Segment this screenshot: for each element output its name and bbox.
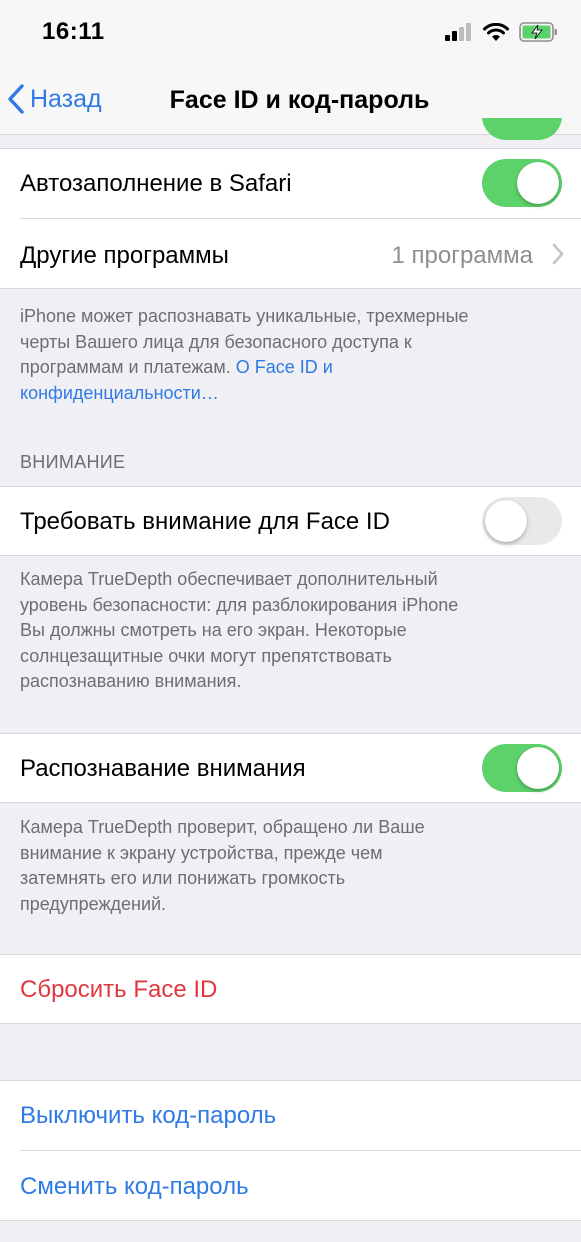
require-attention-label: Требовать внимание для Face ID	[20, 508, 390, 535]
footer-line: распознаванию внимания.	[20, 671, 242, 691]
footer-line: Камера TrueDepth проверит, обращено ли В…	[20, 817, 425, 837]
group-bottom-separator	[0, 555, 581, 556]
group-top-separator	[0, 486, 581, 487]
turn-off-passcode-button[interactable]: Выключить код-пароль	[0, 1080, 581, 1150]
group-bottom-separator	[0, 802, 581, 803]
reset-face-id-label: Сбросить Face ID	[20, 976, 218, 1003]
toggle-knob	[485, 500, 527, 542]
status-icons	[445, 20, 559, 44]
attention-aware-label: Распознавание внимания	[20, 755, 306, 782]
other-apps-label: Другие программы	[20, 242, 229, 269]
privacy-link[interactable]: О Face ID и	[236, 357, 333, 377]
group-bottom-separator	[0, 1023, 581, 1024]
footer-line: iPhone может распознавать уникальные, тр…	[20, 306, 469, 326]
attention-aware-row: Распознавание внимания	[0, 733, 581, 803]
safari-autofill-row: Автозаполнение в Safari	[0, 148, 581, 218]
change-passcode-label: Сменить код-пароль	[20, 1173, 249, 1200]
footer-line: солнцезащитные очки могут препятствовать	[20, 645, 392, 666]
reset-face-id-button[interactable]: Сбросить Face ID	[0, 954, 581, 1024]
require-attention-toggle[interactable]	[482, 497, 562, 545]
other-apps-count: 1 программа	[391, 242, 533, 269]
attention-aware-toggle[interactable]	[482, 744, 562, 792]
footer-line: предупреждений.	[20, 893, 167, 914]
face-id-info-footer: iPhone может распознавать уникальные, тр…	[20, 304, 560, 406]
status-bar: 16:11	[0, 0, 581, 66]
footer-line: Камера TrueDepth обеспечивает дополнител…	[20, 569, 438, 589]
cellular-signal-icon	[445, 23, 471, 41]
section-header-attention: ВНИМАНИЕ	[20, 452, 126, 472]
toggle-knob	[517, 747, 559, 789]
require-attention-row: Требовать внимание для Face ID	[0, 486, 581, 556]
status-time: 16:11	[42, 18, 105, 45]
turn-off-passcode-label: Выключить код-пароль	[20, 1102, 277, 1129]
battery-charging-icon	[519, 22, 557, 42]
change-passcode-button[interactable]: Сменить код-пароль	[0, 1151, 581, 1221]
other-apps-row[interactable]: Другие программы 1 программа	[0, 219, 581, 289]
privacy-link-continued[interactable]: конфиденциальности…	[20, 381, 560, 407]
safari-autofill-label: Автозаполнение в Safari	[20, 170, 292, 197]
settings-group-face-id-usage: Автозаполнение в Safari Другие программы…	[0, 148, 581, 289]
group-bottom-separator	[0, 288, 581, 289]
footer-line: затемнять его или понижать громкость	[20, 868, 346, 888]
footer-line: Вы должны смотреть на его экран. Некотор…	[20, 620, 407, 640]
chevron-right-icon	[552, 243, 564, 265]
group-top-separator	[0, 954, 581, 955]
footer-line: черты Вашего лица для безопасного доступ…	[20, 331, 412, 352]
page-title: Face ID и код-пароль	[169, 86, 430, 114]
wifi-icon	[483, 22, 509, 41]
settings-group-passcode: Выключить код-пароль Сменить код-пароль	[0, 1080, 581, 1221]
partial-toggle	[482, 118, 562, 140]
group-bottom-separator	[0, 1220, 581, 1221]
attention-aware-footer: Камера TrueDepth проверит, обращено ли В…	[20, 815, 560, 917]
footer-line: программам и платежам.	[20, 357, 236, 377]
footer-line: внимание к экрану устройства, прежде чем	[20, 842, 383, 863]
require-attention-footer: Камера TrueDepth обеспечивает дополнител…	[20, 567, 560, 695]
footer-line: уровень безопасности: для разблокировани…	[20, 594, 459, 615]
safari-autofill-toggle[interactable]	[482, 159, 562, 207]
footer-line-with-link: программам и платежам. О Face ID и	[20, 355, 560, 381]
toggle-knob	[517, 162, 559, 204]
group-top-separator	[0, 733, 581, 734]
